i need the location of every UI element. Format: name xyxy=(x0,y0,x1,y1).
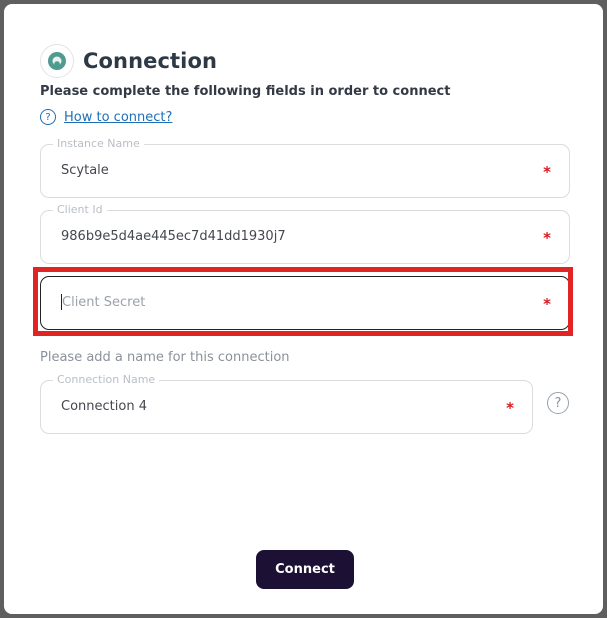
client-secret-field[interactable]: Client Secret * xyxy=(40,276,570,330)
how-to-connect-link[interactable]: ? How to connect? xyxy=(40,109,172,125)
connection-name-value[interactable]: Connection 4 xyxy=(61,399,147,414)
how-to-connect-label[interactable]: How to connect? xyxy=(64,110,172,125)
client-id-value[interactable]: 986b9e5d4ae445ec7d41dd1930j7 xyxy=(61,229,286,244)
connection-logo-icon xyxy=(40,44,74,78)
required-indicator: * xyxy=(506,399,514,417)
connect-button[interactable]: Connect xyxy=(256,550,354,589)
question-circle-icon[interactable]: ? xyxy=(547,392,569,414)
required-indicator: * xyxy=(543,229,551,247)
required-indicator: * xyxy=(543,163,551,181)
client-id-legend: Client Id xyxy=(53,203,107,216)
connection-name-field[interactable]: Connection Name Connection 4 * xyxy=(40,373,533,434)
instance-name-value[interactable]: Scytale xyxy=(61,163,109,178)
instance-name-field[interactable]: Instance Name Scytale * xyxy=(40,137,570,198)
modal-subtitle: Please complete the following fields in … xyxy=(40,84,451,99)
client-secret-placeholder[interactable]: Client Secret xyxy=(62,295,145,310)
modal-header: Connection xyxy=(40,44,217,78)
connection-logo-svg xyxy=(48,52,66,70)
modal-title: Connection xyxy=(83,49,218,73)
connection-name-legend: Connection Name xyxy=(53,373,160,386)
question-circle-icon: ? xyxy=(40,109,56,125)
client-id-field[interactable]: Client Id 986b9e5d4ae445ec7d41dd1930j7 * xyxy=(40,203,570,264)
connection-modal: Connection Please complete the following… xyxy=(4,4,603,614)
required-indicator: * xyxy=(543,295,551,313)
instance-name-legend: Instance Name xyxy=(53,137,144,150)
connection-name-prompt: Please add a name for this connection xyxy=(40,350,290,365)
